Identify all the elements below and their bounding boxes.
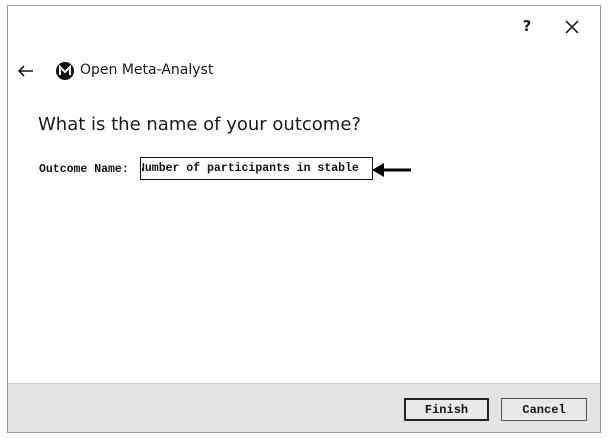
page-question: What is the name of your outcome? <box>38 114 361 135</box>
footer-bar: Finish Cancel <box>8 383 600 432</box>
outcome-name-input[interactable] <box>140 157 373 180</box>
pointer-arrow-icon <box>372 163 411 177</box>
finish-button[interactable]: Finish <box>404 398 489 421</box>
help-button[interactable]: ? <box>517 16 537 36</box>
back-button[interactable] <box>16 62 36 80</box>
back-arrow-icon <box>17 65 33 77</box>
outcome-name-label: Outcome Name: <box>39 163 129 176</box>
close-button[interactable] <box>561 16 583 38</box>
dialog-window: ? Open Meta-Analyst What is the name of … <box>7 5 601 433</box>
cancel-button[interactable]: Cancel <box>501 398 587 421</box>
close-icon <box>565 20 579 34</box>
app-logo <box>55 61 75 81</box>
app-title: Open Meta-Analyst <box>80 62 214 78</box>
meta-analyst-logo-icon <box>56 62 74 80</box>
